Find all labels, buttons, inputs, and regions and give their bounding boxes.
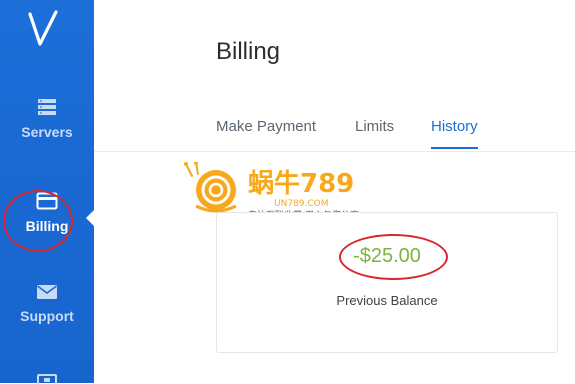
watermark-brand: 蜗牛789 bbox=[248, 169, 354, 199]
sidebar-item-servers[interactable]: Servers bbox=[0, 98, 94, 140]
servers-icon bbox=[38, 99, 56, 115]
sidebar-item-label: Servers bbox=[21, 124, 73, 140]
sidebar-item-label: Support bbox=[20, 308, 74, 324]
sidebar-item-support[interactable]: Support bbox=[0, 284, 94, 324]
balance-label: Previous Balance bbox=[336, 293, 438, 308]
annotation-circle bbox=[339, 234, 448, 280]
logo[interactable] bbox=[27, 10, 61, 50]
envelope-icon bbox=[37, 285, 57, 299]
page-title: Billing bbox=[216, 38, 281, 65]
tab-limits[interactable]: Limits bbox=[355, 118, 394, 145]
divider bbox=[94, 151, 575, 152]
tab-make-payment[interactable]: Make Payment bbox=[216, 118, 316, 145]
tab-history[interactable]: History bbox=[431, 118, 478, 149]
annotation-circle bbox=[3, 190, 73, 252]
active-indicator bbox=[86, 210, 94, 226]
watermark-url: UN789.COM bbox=[274, 199, 329, 209]
